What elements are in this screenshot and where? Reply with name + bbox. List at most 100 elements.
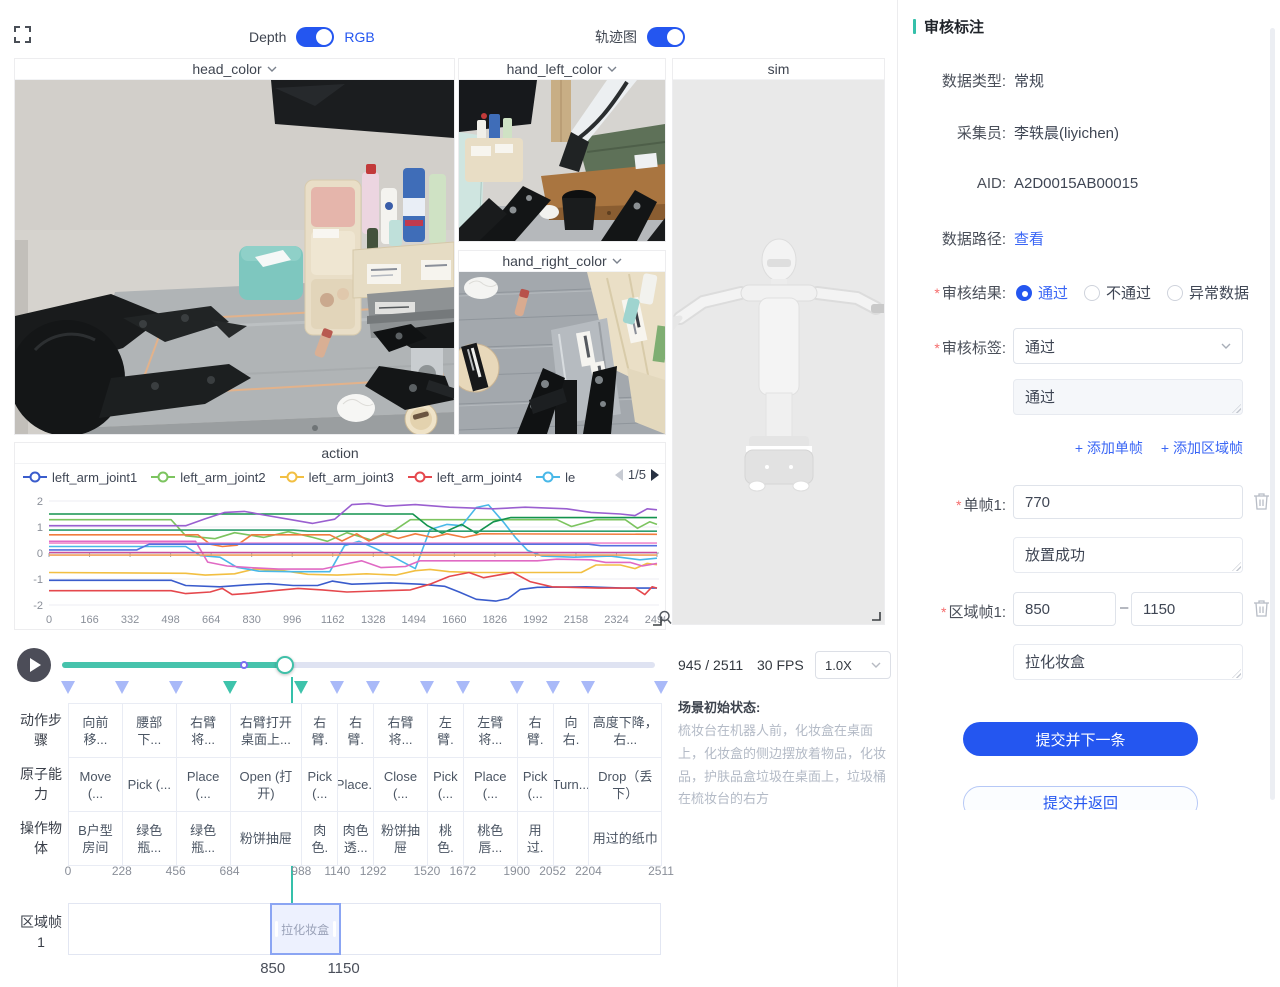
step-cell-atomic[interactable]: Drop（丢下） bbox=[588, 757, 662, 812]
legend-item[interactable]: left_arm_joint4 bbox=[408, 470, 522, 485]
step-cell-object[interactable]: 绿色瓶... bbox=[122, 811, 177, 866]
step-cell-object[interactable]: 粉饼抽屉 bbox=[373, 811, 428, 866]
radio-pass-label[interactable]: 通过 bbox=[1038, 282, 1068, 303]
region-start-input[interactable] bbox=[1013, 592, 1116, 626]
step-cell-atomic[interactable]: Place (... bbox=[176, 757, 231, 812]
step-cell-object[interactable]: 肉色透... bbox=[337, 811, 374, 866]
row-label-region-frame: 区域帧1 bbox=[20, 912, 62, 952]
step-boundary-marker[interactable] bbox=[456, 681, 470, 694]
step-cell-object[interactable]: 绿色瓶... bbox=[176, 811, 231, 866]
step-cell-action[interactable]: 右臂. bbox=[517, 703, 554, 758]
review-tag-select[interactable]: 通过 bbox=[1013, 328, 1243, 364]
single-frame-input[interactable] bbox=[1013, 485, 1243, 519]
step-boundary-marker[interactable] bbox=[546, 681, 560, 694]
step-cell-action[interactable]: 腰部下... bbox=[122, 703, 177, 758]
svg-text:0: 0 bbox=[46, 614, 52, 626]
legend-item[interactable]: left_arm_joint2 bbox=[151, 470, 265, 485]
fullscreen-icon[interactable] bbox=[14, 26, 31, 43]
step-cell-object[interactable]: 桃色. bbox=[427, 811, 464, 866]
delete-region-frame-icon[interactable] bbox=[1253, 599, 1270, 617]
field-aid: AID: A2D0015AB00015 bbox=[898, 175, 1280, 192]
svg-text:830: 830 bbox=[242, 614, 260, 626]
step-cell-action[interactable]: 右臂. bbox=[301, 703, 338, 758]
step-cell-action[interactable]: 高度下降，右... bbox=[588, 703, 662, 758]
radio-fail[interactable] bbox=[1084, 285, 1100, 301]
step-boundary-marker[interactable] bbox=[294, 681, 308, 694]
region-end-input[interactable] bbox=[1131, 592, 1243, 626]
region-left-handle[interactable] bbox=[275, 921, 278, 937]
step-cell-atomic[interactable]: Pick (... bbox=[427, 757, 464, 812]
step-boundary-marker[interactable] bbox=[366, 681, 380, 694]
step-boundary-marker[interactable] bbox=[510, 681, 524, 694]
legend-item[interactable]: left_arm_joint1 bbox=[23, 470, 137, 485]
step-cell-object[interactable]: 肉色. bbox=[301, 811, 338, 866]
step-cell-object[interactable]: 用过的纸巾 bbox=[588, 811, 662, 866]
step-cell-action[interactable]: 左臂将... bbox=[463, 703, 518, 758]
radio-fail-label[interactable]: 不通过 bbox=[1106, 282, 1151, 303]
panel-scrollbar[interactable] bbox=[1270, 28, 1275, 800]
step-cell-object[interactable] bbox=[553, 811, 590, 866]
depth-rgb-toggle[interactable] bbox=[296, 27, 334, 47]
step-cell-action[interactable]: 右臂将... bbox=[176, 703, 231, 758]
view-link[interactable]: 查看 bbox=[1014, 228, 1044, 249]
step-cell-object[interactable]: 用过. bbox=[517, 811, 554, 866]
step-boundary-marker[interactable] bbox=[61, 681, 75, 694]
delete-single-frame-icon[interactable] bbox=[1253, 492, 1270, 510]
step-boundary-marker[interactable] bbox=[330, 681, 344, 694]
step-cell-atomic[interactable]: Place.. bbox=[337, 757, 374, 812]
play-button[interactable] bbox=[17, 648, 51, 682]
single-frame-note[interactable]: 放置成功 bbox=[1013, 537, 1243, 573]
step-cell-object[interactable]: 粉饼抽屉 bbox=[230, 811, 303, 866]
joint-trajectory-chart[interactable]: 210-1-2016633249866483099611621328149416… bbox=[15, 489, 666, 630]
region-right-handle[interactable] bbox=[333, 921, 336, 937]
step-boundary-marker[interactable] bbox=[223, 681, 237, 694]
step-cell-action[interactable]: 向前移... bbox=[68, 703, 123, 758]
region-frame-note[interactable]: 拉化妆盒 bbox=[1013, 644, 1243, 680]
radio-pass[interactable] bbox=[1016, 285, 1032, 301]
step-cell-object[interactable]: 桃色唇... bbox=[463, 811, 518, 866]
step-cell-action[interactable]: 右臂打开桌面上... bbox=[230, 703, 303, 758]
legend-item[interactable]: left_arm_joint3 bbox=[280, 470, 394, 485]
region-frame-selection[interactable]: 拉化妆盒 bbox=[270, 903, 341, 955]
step-cell-action[interactable]: 右臂. bbox=[337, 703, 374, 758]
step-cell-object[interactable]: B户型房间 bbox=[68, 811, 123, 866]
hand-left-camera-selector[interactable]: hand_left_color bbox=[459, 59, 665, 80]
trajectory-toggle[interactable] bbox=[647, 27, 685, 47]
add-region-frame-link[interactable]: + 添加区域帧 bbox=[1161, 438, 1243, 458]
legend-item[interactable]: le bbox=[536, 470, 575, 485]
submit-back-button[interactable]: 提交并返回 bbox=[963, 786, 1198, 810]
step-cell-atomic[interactable]: Move (... bbox=[68, 757, 123, 812]
step-cell-atomic[interactable]: Place (... bbox=[463, 757, 518, 812]
single-frame-marker-dot[interactable] bbox=[240, 661, 248, 669]
pager-prev-icon[interactable] bbox=[615, 469, 623, 481]
step-cell-action[interactable]: 左臂. bbox=[427, 703, 464, 758]
step-cell-atomic[interactable]: Open (打开) bbox=[230, 757, 303, 812]
pager-next-icon[interactable] bbox=[651, 469, 659, 481]
add-single-frame-link[interactable]: + 添加单帧 bbox=[1075, 438, 1143, 458]
progress-slider-handle[interactable] bbox=[276, 656, 294, 674]
chevron-down-icon bbox=[612, 258, 622, 264]
step-cell-atomic[interactable]: Pick (... bbox=[517, 757, 554, 812]
resize-handle-icon[interactable] bbox=[871, 611, 881, 621]
step-cell-atomic[interactable]: Pick (... bbox=[301, 757, 338, 812]
head-camera-selector[interactable]: head_color bbox=[15, 59, 454, 80]
hand-right-camera-selector[interactable]: hand_right_color bbox=[459, 251, 665, 272]
chart-series bbox=[49, 530, 657, 531]
step-cell-atomic[interactable]: Turn... bbox=[553, 757, 590, 812]
radio-abnormal-label[interactable]: 异常数据 bbox=[1189, 282, 1249, 303]
zoom-tool-icon[interactable] bbox=[658, 610, 673, 625]
step-boundary-marker[interactable] bbox=[654, 681, 668, 694]
step-cell-atomic[interactable]: Pick (... bbox=[122, 757, 177, 812]
step-cell-action[interactable]: 向右. bbox=[553, 703, 590, 758]
step-cell-atomic[interactable]: Close (... bbox=[373, 757, 428, 812]
speed-select[interactable]: 1.0X bbox=[815, 651, 891, 679]
step-boundary-marker[interactable] bbox=[581, 681, 595, 694]
step-boundary-marker[interactable] bbox=[169, 681, 183, 694]
radio-abnormal[interactable] bbox=[1167, 285, 1183, 301]
submit-next-button[interactable]: 提交并下一条 bbox=[963, 722, 1198, 756]
review-tag-textarea[interactable]: 通过 bbox=[1013, 379, 1243, 415]
step-cell-action[interactable]: 右臂将... bbox=[373, 703, 428, 758]
step-boundary-marker[interactable] bbox=[115, 681, 129, 694]
sim-viewport[interactable] bbox=[673, 80, 884, 624]
step-boundary-marker[interactable] bbox=[420, 681, 434, 694]
